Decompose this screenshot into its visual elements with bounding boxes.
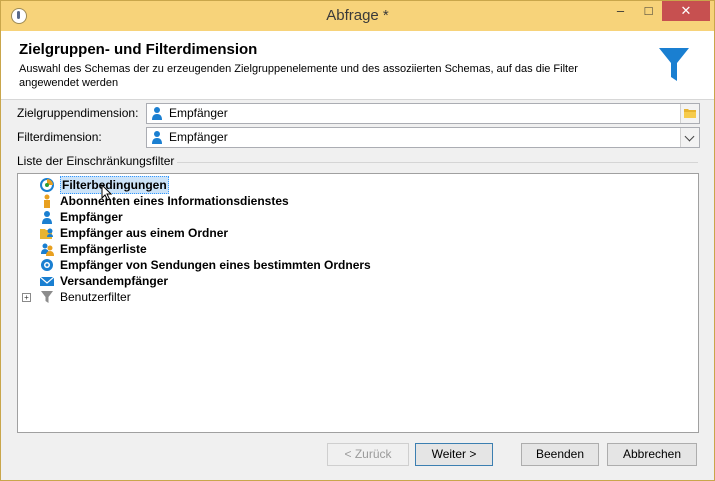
maximize-button[interactable]: □ [635, 1, 662, 21]
tree-item-label: Versandempfänger [60, 274, 169, 288]
funnel-icon [659, 48, 689, 81]
tree-item-label: Benutzerfilter [60, 290, 131, 304]
filter-dimension-label: Filterdimension: [17, 130, 102, 144]
tree-item-label: Abonnenten eines Informationsdienstes [60, 194, 289, 208]
subscriber-icon [44, 194, 50, 208]
dialog-window: Abfrage * – □ ✕ Zielgruppen- und Filterd… [0, 0, 715, 481]
tree-item-label: Empfänger von Sendungen eines bestimmten… [60, 258, 371, 272]
restriction-filter-tree[interactable]: Filterbedingungen Abonnenten eines Infor… [17, 173, 699, 433]
filter-list-label: Liste der Einschränkungsfilter [17, 154, 178, 168]
title-bar[interactable]: Abfrage * – □ ✕ [1, 1, 714, 31]
tree-item-label: Empfänger aus einem Ordner [60, 226, 229, 240]
back-button[interactable]: < Zurück [327, 443, 409, 466]
next-button[interactable]: Weiter > [415, 443, 493, 466]
group-divider [174, 162, 698, 163]
tree-item-versandempfaenger[interactable]: Versandempfänger [18, 273, 698, 289]
target-dimension-field[interactable]: Empfänger [146, 103, 700, 124]
close-button[interactable]: ✕ [662, 1, 710, 21]
wizard-header: Zielgruppen- und Filterdimension Auswahl… [1, 31, 714, 100]
tree-item-benutzerfilter[interactable]: + Benutzerfilter [18, 289, 698, 305]
folder-icon [684, 109, 696, 118]
recipient-folder-icon [40, 228, 53, 239]
envelope-icon [40, 276, 54, 286]
filter-dimension-select[interactable]: Empfänger [146, 127, 700, 148]
tree-item-abonnenten[interactable]: Abonnenten eines Informationsdienstes [18, 193, 698, 209]
tree-item-label: Empfängerliste [60, 242, 147, 256]
mouse-cursor-icon [101, 184, 113, 201]
minimize-button[interactable]: – [607, 1, 634, 21]
tree-item-label: Filterbedingungen [60, 176, 169, 194]
target-dimension-label: Zielgruppendimension: [17, 106, 139, 120]
page-title: Zielgruppen- und Filterdimension [19, 41, 258, 58]
cancel-button[interactable]: Abbrechen [607, 443, 697, 466]
tree-item-empfaenger-sendungen[interactable]: Empfänger von Sendungen eines bestimmten… [18, 257, 698, 273]
tree-item-empfaengerliste[interactable]: Empfängerliste [18, 241, 698, 257]
filter-dimension-value: Empfänger [169, 130, 228, 144]
tree-item-empfaenger-ordner[interactable]: Empfänger aus einem Ordner [18, 225, 698, 241]
filter-conditions-icon [40, 178, 54, 192]
user-icon [152, 107, 162, 120]
target-dimension-value: Empfänger [169, 106, 228, 120]
folder-select-button[interactable] [680, 104, 699, 123]
dropdown-button[interactable] [680, 128, 699, 147]
finish-button[interactable]: Beenden [521, 443, 599, 466]
tree-item-empfaenger[interactable]: Empfänger [18, 209, 698, 225]
tree-item-filterbedingungen[interactable]: Filterbedingungen [18, 176, 698, 194]
tree-item-label: Empfänger [60, 210, 123, 224]
user-filter-icon [41, 291, 53, 303]
recipient-icon [42, 211, 52, 224]
chevron-down-icon [684, 131, 695, 142]
expand-toggle[interactable]: + [22, 293, 31, 302]
page-description: Auswahl des Schemas der zu erzeugenden Z… [19, 63, 578, 89]
delivery-recipients-icon [41, 259, 53, 271]
recipient-list-icon [41, 243, 54, 256]
user-icon [152, 131, 162, 144]
